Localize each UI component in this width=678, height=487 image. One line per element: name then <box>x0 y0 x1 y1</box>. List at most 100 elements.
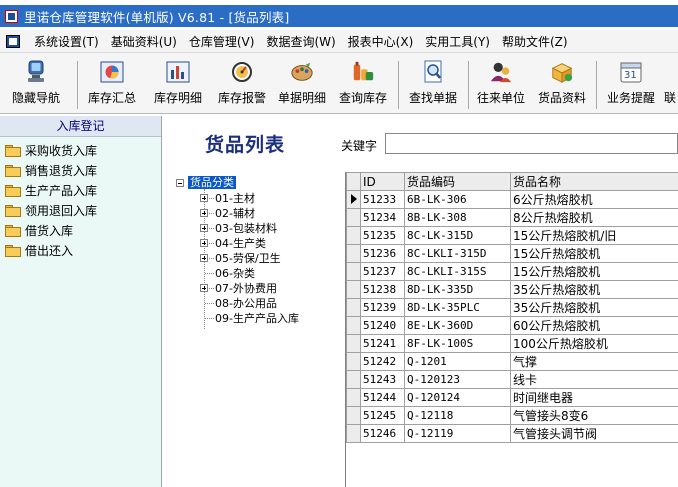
expand-toggle[interactable] <box>200 209 208 217</box>
column-header-id[interactable]: ID <box>360 172 405 191</box>
cell-code[interactable]: 8F-LK-100S <box>404 334 511 353</box>
menu-help[interactable]: 帮助文件(Z) <box>496 33 574 50</box>
cell-name[interactable]: 60公斤热熔胶机 <box>510 316 678 335</box>
stock-alarm-button[interactable]: 库存报警 <box>210 53 274 113</box>
cell-name[interactable]: 8公斤热熔胶机 <box>510 208 678 227</box>
expand-toggle[interactable] <box>200 194 208 202</box>
cell-id[interactable]: 51233 <box>360 190 405 209</box>
menu-reports[interactable]: 报表中心(X) <box>342 33 420 50</box>
tree-node[interactable]: 04-生产类 <box>215 237 266 250</box>
menu-warehouse[interactable]: 仓库管理(V) <box>183 33 261 50</box>
tree-node[interactable]: 01-主材 <box>215 192 255 205</box>
cell-id[interactable]: 51237 <box>360 262 405 281</box>
table-row[interactable]: 51235 8C-LK-315D 15公斤热熔胶机/旧 <box>346 226 678 245</box>
tree-node[interactable]: 02-辅材 <box>215 207 255 220</box>
nav-item-purchase-receipt[interactable]: 采购收货入库 <box>0 140 161 160</box>
cell-name[interactable]: 15公斤热熔胶机/旧 <box>510 226 678 245</box>
stock-detail-button[interactable]: 库存明细 <box>146 53 210 113</box>
document-detail-button[interactable]: 单据明细 <box>270 53 334 113</box>
cell-code[interactable]: Q-120123 <box>404 370 511 389</box>
tree-node[interactable]: 08-办公用品 <box>215 297 277 310</box>
nav-item-sales-return[interactable]: 销售退货入库 <box>0 160 161 180</box>
cell-id[interactable]: 51242 <box>360 352 405 371</box>
tree-node[interactable]: 07-外协费用 <box>215 282 277 295</box>
business-reminder-button[interactable]: 31 业务提醒 <box>600 53 662 113</box>
table-row[interactable]: 51241 8F-LK-100S 100公斤热熔胶机 <box>346 334 678 353</box>
tree-root-goods-category[interactable]: 货品分类 <box>188 176 236 189</box>
cell-code[interactable]: 8C-LKLI-315S <box>404 262 511 281</box>
tree-node[interactable]: 09-生产产品入库 <box>215 312 299 325</box>
cell-name[interactable]: 35公斤热熔胶机 <box>510 280 678 299</box>
stock-summary-button[interactable]: 库存汇总 <box>80 53 144 113</box>
cell-code[interactable]: 8C-LKLI-315D <box>404 244 511 263</box>
cell-id[interactable]: 51241 <box>360 334 405 353</box>
column-header-name[interactable]: 货品名称 <box>510 172 678 191</box>
table-row[interactable]: 51246 Q-12119 气管接头调节阀 <box>346 424 678 443</box>
query-stock-button[interactable]: 查询库存 <box>331 53 395 113</box>
cell-code[interactable]: 8D-LK-35PLC <box>404 298 511 317</box>
menu-basic-data[interactable]: 基础资料(U) <box>105 33 183 50</box>
cell-id[interactable]: 51246 <box>360 424 405 443</box>
cell-id[interactable]: 51245 <box>360 406 405 425</box>
table-row[interactable]: 51236 8C-LKLI-315D 15公斤热熔胶机 <box>346 244 678 263</box>
cell-code[interactable]: Q-1201 <box>404 352 511 371</box>
hide-nav-button[interactable]: 隐藏导航 <box>2 53 70 113</box>
nav-item-requisition-return[interactable]: 领用退回入库 <box>0 200 161 220</box>
cell-code[interactable]: 8E-LK-360D <box>404 316 511 335</box>
cell-code[interactable]: 8D-LK-335D <box>404 280 511 299</box>
table-row[interactable]: 51243 Q-120123 线卡 <box>346 370 678 389</box>
cell-name[interactable]: 气撑 <box>510 352 678 371</box>
table-row[interactable]: 51244 Q-120124 时间继电器 <box>346 388 678 407</box>
cell-code[interactable]: Q-12119 <box>404 424 511 443</box>
tree-node[interactable]: 05-劳保/卫生 <box>215 252 281 265</box>
cell-id[interactable]: 51244 <box>360 388 405 407</box>
cell-code[interactable]: 8C-LK-315D <box>404 226 511 245</box>
cell-name[interactable]: 线卡 <box>510 370 678 389</box>
table-row[interactable]: 51245 Q-12118 气管接头8变6 <box>346 406 678 425</box>
expand-toggle[interactable] <box>200 239 208 247</box>
expand-toggle[interactable] <box>200 254 208 262</box>
cell-id[interactable]: 51238 <box>360 280 405 299</box>
tree-node[interactable]: 06-杂类 <box>215 267 255 280</box>
collapse-toggle[interactable] <box>176 179 184 187</box>
cell-name[interactable]: 35公斤热熔胶机 <box>510 298 678 317</box>
menu-tools[interactable]: 实用工具(Y) <box>419 33 496 50</box>
nav-item-borrow-receipt[interactable]: 借货入库 <box>0 220 161 240</box>
left-panel-header[interactable]: 入库登记 <box>0 116 161 137</box>
table-row[interactable]: 51242 Q-1201 气撑 <box>346 352 678 371</box>
menu-system-settings[interactable]: 系统设置(T) <box>28 33 105 50</box>
keyword-input[interactable] <box>385 133 678 154</box>
cell-name[interactable]: 时间继电器 <box>510 388 678 407</box>
cell-name[interactable]: 气管接头调节阀 <box>510 424 678 443</box>
truncated-toolbar-button[interactable]: 联 <box>664 53 678 113</box>
nav-item-production-receipt[interactable]: 生产产品入库 <box>0 180 161 200</box>
menu-data-query[interactable]: 数据查询(W) <box>260 33 341 50</box>
cell-id[interactable]: 51234 <box>360 208 405 227</box>
cell-id[interactable]: 51239 <box>360 298 405 317</box>
app-icon[interactable] <box>5 9 18 23</box>
cell-id[interactable]: 51243 <box>360 370 405 389</box>
table-row[interactable]: 51239 8D-LK-35PLC 35公斤热熔胶机 <box>346 298 678 317</box>
contacts-button[interactable]: 往来单位 <box>472 53 530 113</box>
cell-name[interactable]: 100公斤热熔胶机 <box>510 334 678 353</box>
tree-node[interactable]: 03-包装材料 <box>215 222 277 235</box>
cell-name[interactable]: 15公斤热熔胶机 <box>510 262 678 281</box>
cell-code[interactable]: 6B-LK-306 <box>404 190 511 209</box>
cell-id[interactable]: 51235 <box>360 226 405 245</box>
table-row[interactable]: 51234 8B-LK-308 8公斤热熔胶机 <box>346 208 678 227</box>
cell-code[interactable]: Q-120124 <box>404 388 511 407</box>
cell-code[interactable]: 8B-LK-308 <box>404 208 511 227</box>
expand-toggle[interactable] <box>200 224 208 232</box>
table-row[interactable]: 51233 6B-LK-306 6公斤热熔胶机 <box>346 190 678 209</box>
cell-id[interactable]: 51236 <box>360 244 405 263</box>
cell-name[interactable]: 15公斤热熔胶机 <box>510 244 678 263</box>
cell-name[interactable]: 气管接头8变6 <box>510 406 678 425</box>
column-header-code[interactable]: 货品编码 <box>404 172 511 191</box>
document-menu-icon[interactable] <box>6 34 20 48</box>
table-row[interactable]: 51240 8E-LK-360D 60公斤热熔胶机 <box>346 316 678 335</box>
cell-code[interactable]: Q-12118 <box>404 406 511 425</box>
cell-name[interactable]: 6公斤热熔胶机 <box>510 190 678 209</box>
expand-toggle[interactable] <box>200 284 208 292</box>
goods-info-button[interactable]: 货品资料 <box>530 53 594 113</box>
title-bar-strip[interactable]: 里诺仓库管理软件(单机版) V6.81 - [货品列表] <box>0 5 678 27</box>
